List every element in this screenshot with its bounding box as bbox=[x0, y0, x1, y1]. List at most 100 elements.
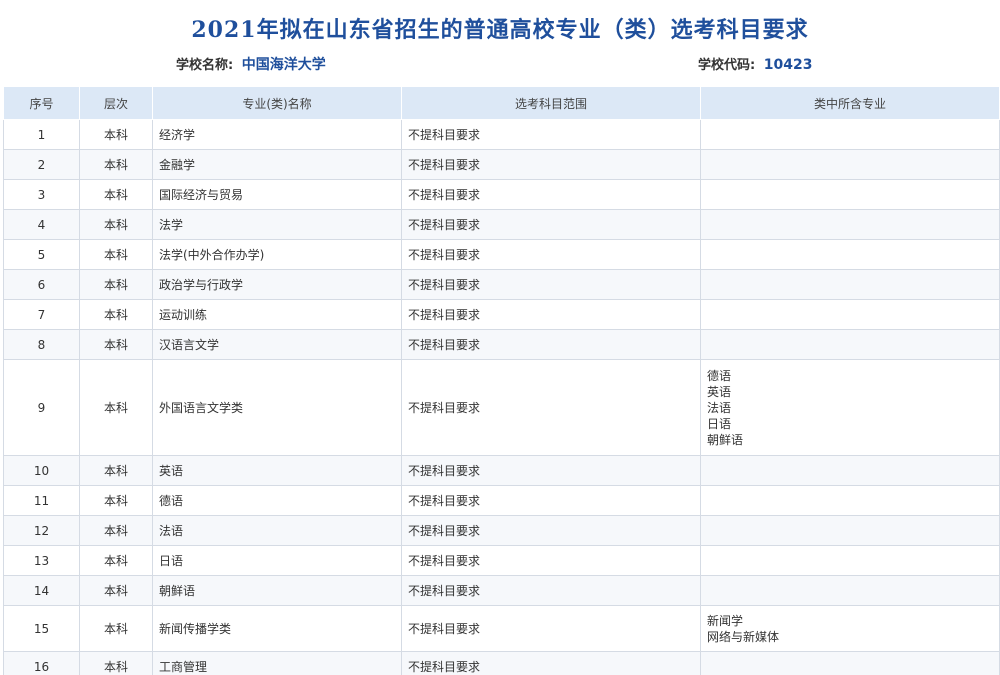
cell-level: 本科 bbox=[79, 269, 153, 300]
cell-range: 不提科目要求 bbox=[401, 651, 701, 675]
cell-major: 新闻传播学类 bbox=[152, 605, 402, 652]
cell-major: 德语 bbox=[152, 485, 402, 516]
requirements-table: 序号 层次 专业(类)名称 选考科目范围 类中所含专业 1 本科 经济学 不提科目要求… bbox=[3, 86, 1000, 675]
cell-level: 本科 bbox=[79, 455, 153, 486]
cell-sub-majors bbox=[700, 575, 1000, 606]
cell-range: 不提科目要求 bbox=[401, 329, 701, 360]
cell-level: 本科 bbox=[79, 209, 153, 240]
cell-major: 国际经济与贸易 bbox=[152, 179, 402, 210]
cell-seq: 10 bbox=[3, 455, 80, 486]
sub-major-item: 新闻学 bbox=[707, 613, 744, 628]
cell-level: 本科 bbox=[79, 329, 153, 360]
table-row: 6 本科 政治学与行政学 不提科目要求 bbox=[3, 269, 1000, 300]
cell-seq: 3 bbox=[3, 179, 80, 210]
school-name-group: 学校名称: 中国海洋大学 bbox=[176, 54, 326, 74]
sub-major-item: 网络与新媒体 bbox=[707, 629, 780, 644]
sub-major-item: 德语 bbox=[707, 368, 732, 383]
cell-seq: 15 bbox=[3, 605, 80, 652]
cell-seq: 8 bbox=[3, 329, 80, 360]
school-name-value: 中国海洋大学 bbox=[241, 57, 326, 73]
table-row: 10 本科 英语 不提科目要求 bbox=[3, 455, 1000, 486]
cell-sub-majors bbox=[700, 209, 1000, 240]
cell-range: 不提科目要求 bbox=[401, 179, 701, 210]
cell-range: 不提科目要求 bbox=[401, 545, 701, 576]
cell-major: 运动训练 bbox=[152, 299, 402, 330]
cell-level: 本科 bbox=[79, 119, 153, 150]
cell-seq: 1 bbox=[3, 119, 80, 150]
cell-seq: 7 bbox=[3, 299, 80, 330]
cell-major: 英语 bbox=[152, 455, 402, 486]
sub-major-item: 日语 bbox=[707, 416, 732, 431]
cell-seq: 2 bbox=[3, 149, 80, 180]
cell-seq: 12 bbox=[3, 515, 80, 546]
cell-seq: 9 bbox=[3, 359, 80, 456]
sub-major-item: 法语 bbox=[707, 400, 732, 415]
cell-seq: 5 bbox=[3, 239, 80, 270]
table-row: 11 本科 德语 不提科目要求 bbox=[3, 485, 1000, 516]
table-row: 9 本科 外国语言文学类 不提科目要求 德语 英语 法语 日语 朝鲜语 bbox=[3, 359, 1000, 456]
table-row: 12 本科 法语 不提科目要求 bbox=[3, 515, 1000, 546]
table-row: 3 本科 国际经济与贸易 不提科目要求 bbox=[3, 179, 1000, 210]
cell-seq: 4 bbox=[3, 209, 80, 240]
cell-seq: 16 bbox=[3, 651, 80, 675]
cell-seq: 6 bbox=[3, 269, 80, 300]
cell-major: 工商管理 bbox=[152, 651, 402, 675]
cell-range: 不提科目要求 bbox=[401, 239, 701, 270]
cell-sub-majors bbox=[700, 651, 1000, 675]
header-sub-majors: 类中所含专业 bbox=[700, 86, 1000, 120]
cell-seq: 13 bbox=[3, 545, 80, 576]
cell-major: 汉语言文学 bbox=[152, 329, 402, 360]
table-row: 5 本科 法学(中外合作办学) 不提科目要求 bbox=[3, 239, 1000, 270]
cell-sub-majors bbox=[700, 149, 1000, 180]
cell-sub-majors: 新闻学 网络与新媒体 bbox=[700, 605, 1000, 652]
sub-major-item: 英语 bbox=[707, 384, 732, 399]
cell-seq: 11 bbox=[3, 485, 80, 516]
cell-range: 不提科目要求 bbox=[401, 605, 701, 652]
cell-level: 本科 bbox=[79, 515, 153, 546]
header-seq: 序号 bbox=[3, 86, 80, 120]
cell-range: 不提科目要求 bbox=[401, 269, 701, 300]
table-row: 13 本科 日语 不提科目要求 bbox=[3, 545, 1000, 576]
cell-level: 本科 bbox=[79, 605, 153, 652]
table-header-row: 序号 层次 专业(类)名称 选考科目范围 类中所含专业 bbox=[3, 86, 1000, 120]
table-body: 1 本科 经济学 不提科目要求 2 本科 金融学 不提科目要求 3 本科 国际经济与贸易 不提科目要求… bbox=[3, 119, 1000, 675]
table-row: 4 本科 法学 不提科目要求 bbox=[3, 209, 1000, 240]
cell-level: 本科 bbox=[79, 545, 153, 576]
cell-range: 不提科目要求 bbox=[401, 299, 701, 330]
cell-level: 本科 bbox=[79, 299, 153, 330]
cell-sub-majors bbox=[700, 299, 1000, 330]
cell-sub-majors bbox=[700, 545, 1000, 576]
cell-sub-majors bbox=[700, 455, 1000, 486]
cell-level: 本科 bbox=[79, 575, 153, 606]
cell-level: 本科 bbox=[79, 149, 153, 180]
header-range: 选考科目范围 bbox=[401, 86, 701, 120]
cell-level: 本科 bbox=[79, 651, 153, 675]
cell-major: 经济学 bbox=[152, 119, 402, 150]
cell-sub-majors: 德语 英语 法语 日语 朝鲜语 bbox=[700, 359, 1000, 456]
cell-range: 不提科目要求 bbox=[401, 575, 701, 606]
page: 2021年拟在山东省招生的普通高校专业（类）选考科目要求 学校名称: 中国海洋大… bbox=[0, 0, 1000, 675]
school-info: 学校名称: 中国海洋大学 学校代码: 10423 bbox=[0, 48, 1000, 80]
cell-range: 不提科目要求 bbox=[401, 119, 701, 150]
cell-sub-majors bbox=[700, 329, 1000, 360]
cell-range: 不提科目要求 bbox=[401, 209, 701, 240]
cell-major: 法语 bbox=[152, 515, 402, 546]
cell-range: 不提科目要求 bbox=[401, 455, 701, 486]
cell-major: 日语 bbox=[152, 545, 402, 576]
school-code-label: 学校代码: bbox=[698, 58, 756, 73]
sub-major-item: 朝鲜语 bbox=[707, 432, 744, 447]
cell-major: 法学(中外合作办学) bbox=[152, 239, 402, 270]
cell-range: 不提科目要求 bbox=[401, 149, 701, 180]
cell-major: 政治学与行政学 bbox=[152, 269, 402, 300]
page-title: 2021年拟在山东省招生的普通高校专业（类）选考科目要求 bbox=[191, 17, 809, 43]
cell-range: 不提科目要求 bbox=[401, 515, 701, 546]
cell-major: 外国语言文学类 bbox=[152, 359, 402, 456]
header-level: 层次 bbox=[79, 86, 153, 120]
cell-sub-majors bbox=[700, 239, 1000, 270]
cell-sub-majors bbox=[700, 179, 1000, 210]
table-row: 1 本科 经济学 不提科目要求 bbox=[3, 119, 1000, 150]
cell-major: 朝鲜语 bbox=[152, 575, 402, 606]
school-code-value: 10423 bbox=[763, 57, 813, 73]
cell-sub-majors bbox=[700, 485, 1000, 516]
cell-range: 不提科目要求 bbox=[401, 485, 701, 516]
